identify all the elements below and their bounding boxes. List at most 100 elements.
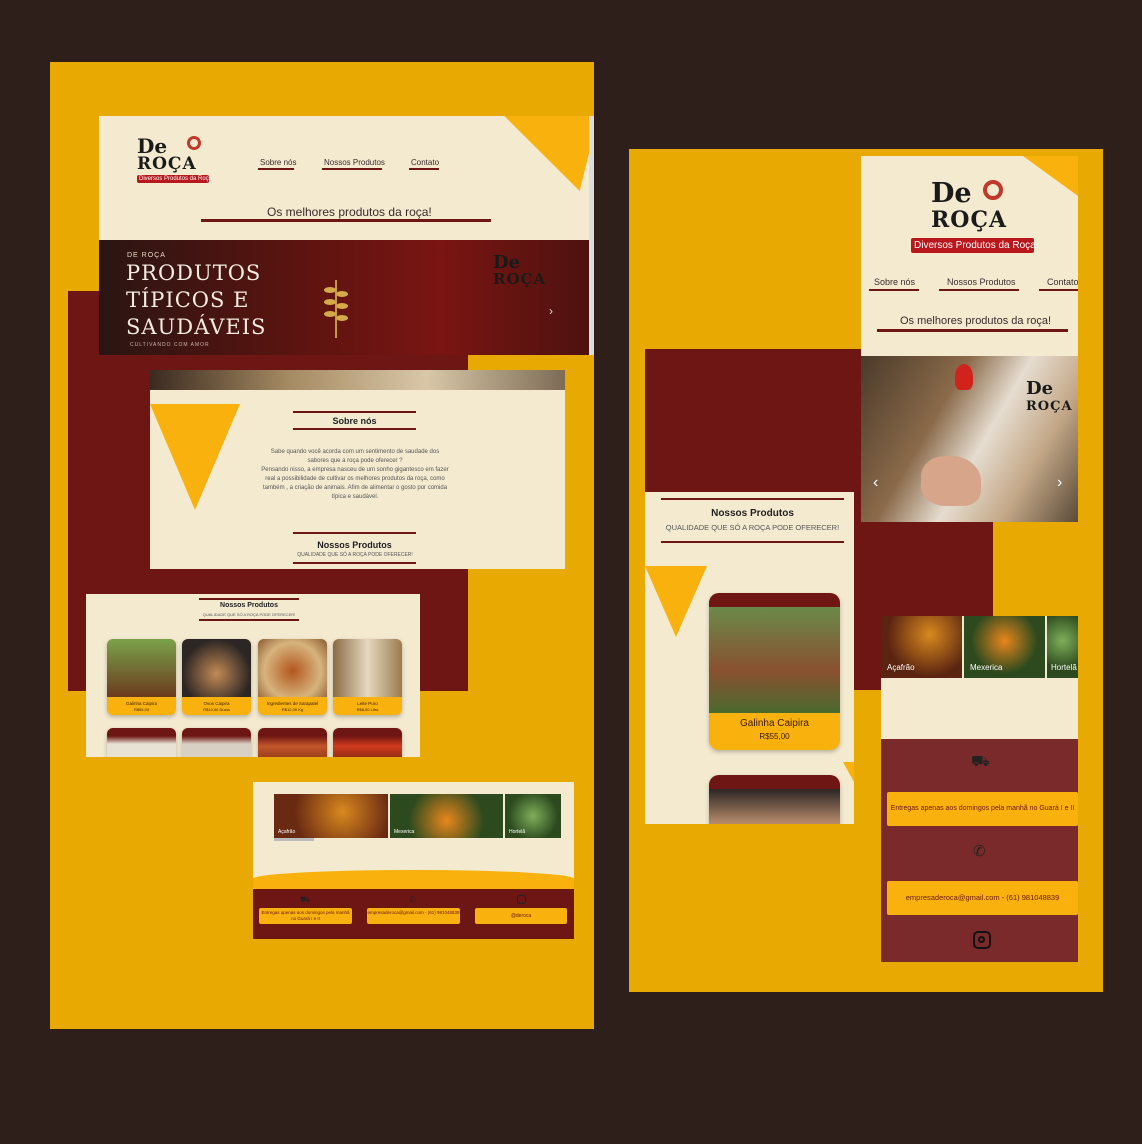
mobile-hero-logo-de: De [1026, 378, 1054, 399]
spice-hortela[interactable]: Hortelã [505, 794, 561, 838]
nav-underline [869, 289, 919, 291]
spices-scrollbar[interactable] [274, 838, 314, 841]
mobile-header-triangle [1023, 156, 1078, 196]
carousel-prev-icon[interactable]: ‹ [873, 474, 878, 492]
product-image [709, 593, 840, 713]
mobile-product-card[interactable]: Galinha Caipira R$55,00 [709, 593, 840, 750]
product-name: Ovos Caipira [203, 701, 230, 706]
nav-underline [409, 168, 439, 170]
spice-label: Açafrão [278, 829, 296, 835]
nav-underline [939, 289, 1019, 291]
nav-underline [322, 168, 382, 170]
mobile-spice-hortela[interactable]: Hortelã [1047, 616, 1078, 678]
mobile-logo-roca: ROÇA [931, 207, 1008, 233]
mobile-logo-de: De [931, 178, 972, 209]
about-title-underline [293, 428, 416, 430]
spice-acafrao[interactable]: Açafrão [274, 794, 388, 838]
mobile-nav-sobre-nos[interactable]: Sobre nós [874, 277, 915, 287]
mobile-nav-contato[interactable]: Contato [1047, 277, 1078, 287]
hand-shape [921, 456, 981, 506]
product-card[interactable]: Leite Puro R$8,00 Litro [333, 639, 402, 715]
mobile-footer-delivery: Entregas apenas aos domingos pela manhã … [887, 792, 1078, 826]
delivery-icon: ⛟ [300, 895, 311, 904]
mobile-logo-tagline: Diversos Produtos da Roça [911, 238, 1036, 253]
logo-tagline: Diversos Produtos da Roça [137, 175, 213, 183]
footer-instagram[interactable]: @deroca [475, 908, 567, 924]
product-card[interactable]: Ovos Caipira R$10,00 Dúzia [182, 639, 251, 715]
desktop-subtitle: Os melhores produtos da roça! [267, 205, 432, 219]
product-card[interactable]: Galinha Caipira R$55,00 [107, 639, 176, 715]
product-image [258, 639, 327, 697]
footer-contact[interactable]: empresaderoca@gmail.com - (61) 981048839 [367, 908, 460, 924]
mobile-instagram-icon[interactable] [973, 931, 991, 949]
mobile-footer-contact[interactable]: empresaderoca@gmail.com - (61) 981048839 [887, 881, 1078, 915]
products-subtitle: QUALIDADE QUE SÓ A ROÇA PODE OFERECER! [202, 612, 296, 617]
desktop-footer: ⛟ Entregas apenas aos domingos pela manh… [253, 889, 574, 939]
hero-kicker: DE ROÇA [127, 252, 166, 259]
mobile-products-triangle-right [843, 762, 854, 782]
products-header-underline [199, 619, 299, 621]
mobile-products-title: Nossos Produtos [711, 508, 794, 519]
product-image [333, 728, 402, 757]
product-name: Galinha Caipira [125, 701, 158, 706]
instagram-icon[interactable] [517, 895, 526, 904]
product-image [258, 728, 327, 757]
mobile-footer: ⛟ Entregas apenas aos domingos pela manh… [881, 739, 1078, 962]
spice-label: Hortelã [1051, 663, 1077, 672]
product-image [182, 728, 251, 757]
mobile-contact-icon: ✆ [973, 843, 986, 860]
desktop-header: De ROÇA Diversos Produtos da Roça Sobre … [99, 116, 589, 240]
hero-line-2: TÍPICOS E [126, 288, 250, 312]
product-price: R$55,00 [133, 707, 150, 712]
product-price: R$8,00 Litro [356, 707, 379, 712]
about-title-line [293, 411, 416, 413]
carousel-next-icon[interactable]: › [549, 304, 553, 318]
mobile-product-card[interactable] [709, 775, 840, 824]
product-card[interactable] [258, 728, 327, 757]
carousel-next-icon[interactable]: › [1057, 474, 1062, 492]
mobile-products-underline [661, 541, 844, 543]
mobile-products-subtitle: QUALIDADE QUE SÓ A ROÇA PODE OFERECER! [665, 523, 840, 532]
nav-underline [258, 168, 294, 170]
nav-contato[interactable]: Contato [411, 158, 439, 167]
product-name: Leite Puro [357, 701, 378, 706]
spice-label: Mexerica [394, 829, 415, 835]
product-image [182, 639, 251, 697]
mobile-products-line [661, 498, 844, 500]
spice-label: Açafrão [887, 663, 915, 672]
mobile-spice-acafrao[interactable]: Açafrão [881, 616, 962, 678]
mobile-hero-carousel: De ROÇA ‹ › [861, 356, 1078, 522]
wheat-icon [321, 270, 351, 340]
product-card[interactable]: Ingredientes de Sarapatel R$12,00 Kg [258, 639, 327, 715]
about-title: Sobre nós [332, 416, 377, 426]
products-subtitle-underline [293, 562, 416, 564]
product-image [107, 728, 176, 757]
about-triangle-decor [150, 404, 240, 510]
nav-sobre-nos[interactable]: Sobre nós [260, 158, 296, 167]
product-card[interactable] [107, 728, 176, 757]
mobile-subtitle-underline [877, 329, 1068, 332]
about-text-1: Sabe quando você acorda com um sentiment… [270, 449, 440, 464]
mobile-delivery-icon: ⛟ [971, 753, 990, 770]
rooster-comb [955, 364, 973, 390]
mobile-products-section: Nossos Produtos QUALIDADE QUE SÓ A ROÇA … [645, 492, 854, 824]
mobile-spice-mexerica[interactable]: Mexerica [964, 616, 1045, 678]
product-card[interactable] [333, 728, 402, 757]
hero-footer-text: CULTIVANDO COM AMOR [130, 342, 210, 348]
header-triangle-decor [485, 116, 589, 191]
hero-line-1: PRODUTOS [126, 261, 262, 285]
mobile-nav-nossos-produtos[interactable]: Nossos Produtos [947, 277, 1016, 287]
nav-nossos-produtos[interactable]: Nossos Produtos [324, 158, 385, 167]
products-title-line [293, 532, 416, 534]
spice-mexerica[interactable]: Mexerica [390, 794, 503, 838]
product-card[interactable] [182, 728, 251, 757]
mobile-product-price: R$55,00 [759, 732, 790, 741]
contact-icon: ✆ [409, 895, 416, 904]
logo-roca: ROÇA [137, 154, 197, 174]
product-price: R$10,00 Dúzia [203, 707, 230, 712]
about-products-title: Nossos Produtos [317, 540, 392, 550]
product-image [107, 639, 176, 697]
desktop-scrollbar[interactable] [589, 116, 594, 355]
mobile-hero-logo-roca: ROÇA [1026, 399, 1073, 414]
footer-delivery: Entregas apenas aos domingos pela manhã … [259, 908, 352, 924]
